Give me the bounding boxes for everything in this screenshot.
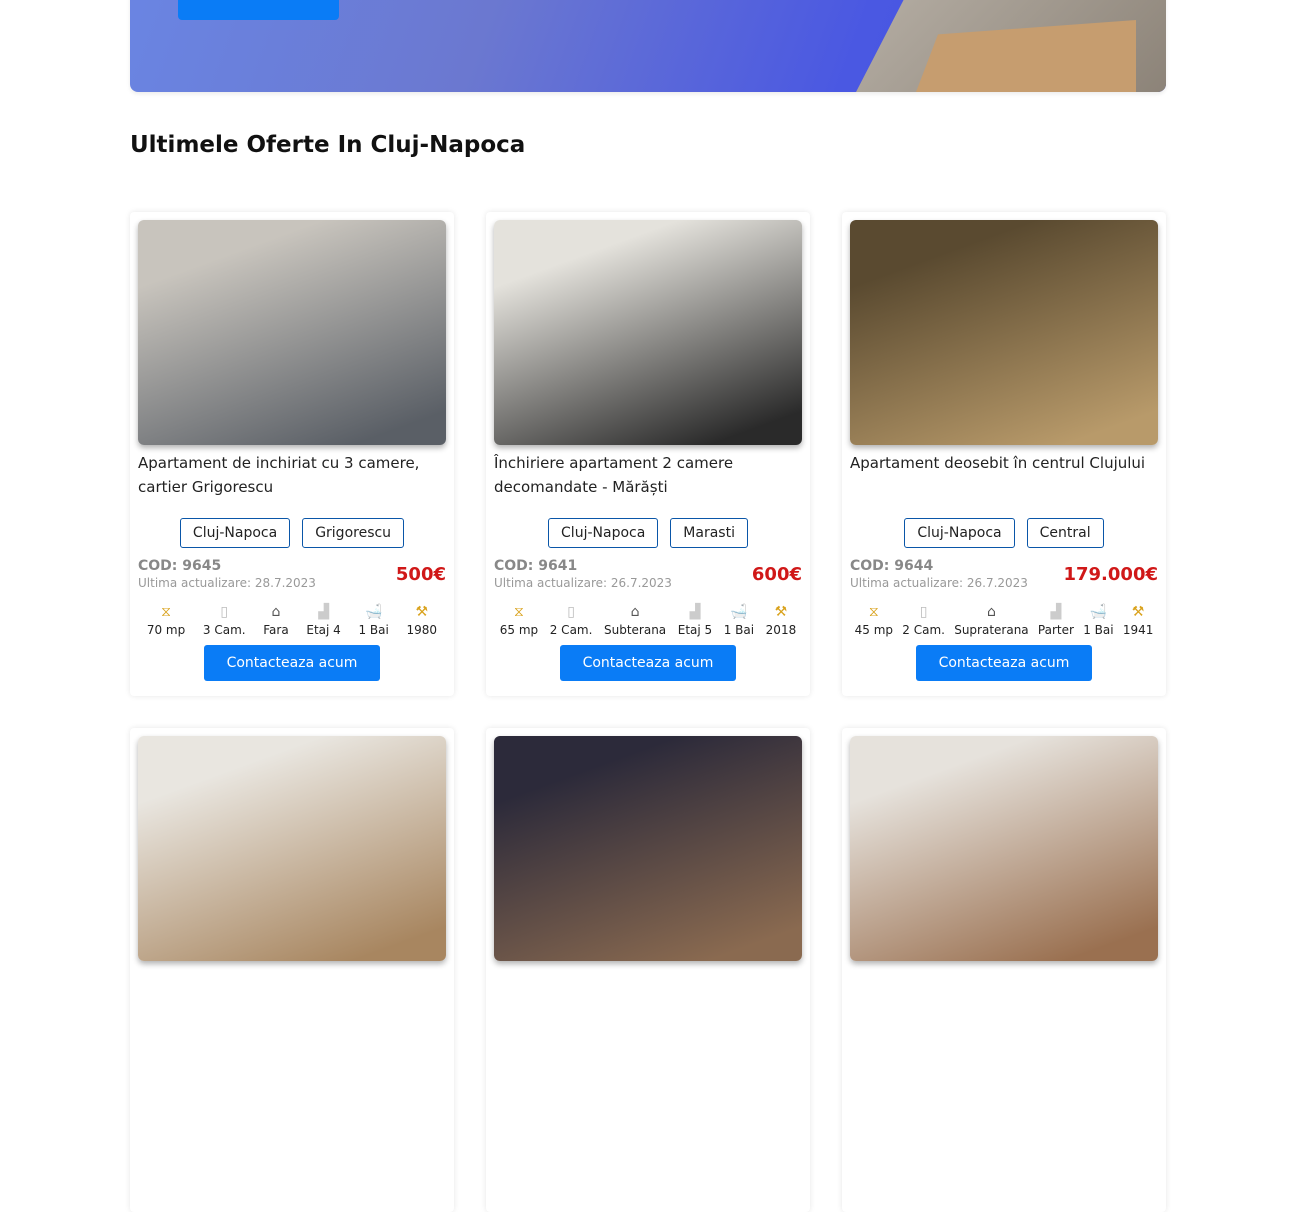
listing-title[interactable]: Apartament deosebit în centrul Clujului	[850, 451, 1158, 499]
section-title: Ultimele Oferte In Cluj-Napoca	[130, 132, 526, 158]
floor-icon: ▟	[1050, 604, 1062, 620]
listing-photo[interactable]	[138, 736, 446, 961]
feature-item: ▯ 2 Cam.	[902, 604, 945, 637]
feature-value: 65 mp	[499, 623, 539, 637]
floor-icon: ▟	[689, 604, 701, 620]
listing-photo[interactable]	[138, 220, 446, 445]
location-tag[interactable]: Marasti	[670, 518, 748, 548]
feature-item: ⧖ 65 mp	[500, 604, 538, 637]
location-tag[interactable]: Central	[1026, 518, 1104, 548]
garage-icon: ⌂	[630, 604, 640, 620]
feature-value: 1 Bai	[1083, 623, 1114, 637]
year-icon: ⚒	[1131, 604, 1145, 620]
feature-value: Parter	[1037, 623, 1074, 637]
location-tag[interactable]: Grigorescu	[302, 518, 405, 548]
listing-photo[interactable]	[494, 736, 802, 961]
feature-item: ▟ Parter	[1038, 604, 1074, 637]
listing-card[interactable]: Apartament de inchiriat cu 3 camere, car…	[130, 212, 454, 696]
feature-value: Etaj 5	[677, 623, 713, 637]
year-icon: ⚒	[774, 604, 788, 620]
garage-icon: ⌂	[986, 604, 996, 620]
last-updated: Ultima actualizare: 26.7.2023	[494, 576, 672, 590]
year-icon: ⚒	[415, 604, 429, 620]
bath-icon: 🛁	[364, 604, 383, 620]
location-tag[interactable]: Cluj-Napoca	[179, 518, 291, 548]
feature-value: 1 Bai	[358, 623, 389, 637]
feature-item: ⚒ 2018	[766, 604, 797, 637]
feature-value: 2018	[765, 623, 797, 637]
feature-item: ⌂ Supraterana	[954, 604, 1028, 637]
listing-price: 600€	[751, 564, 802, 585]
feature-item: 🛁 1 Bai	[1083, 604, 1113, 637]
feature-item: ⚒ 1941	[1123, 604, 1154, 637]
listing-photo[interactable]	[850, 220, 1158, 445]
feature-item: 🛁 1 Bai	[358, 604, 388, 637]
feature-value: Etaj 4	[306, 623, 341, 637]
listing-card[interactable]	[486, 728, 810, 1212]
contact-button[interactable]: Contacteaza acum	[204, 645, 380, 681]
feature-value: 45 mp	[854, 623, 894, 637]
feature-value: 2 Cam.	[549, 623, 593, 637]
feature-item: ▟ Etaj 5	[678, 604, 712, 637]
feature-value: 2 Cam.	[902, 623, 945, 637]
location-tag[interactable]: Cluj-Napoca	[904, 518, 1015, 548]
listing-photo[interactable]	[850, 736, 1158, 961]
bath-icon: 🛁	[1089, 604, 1108, 620]
listing-photo[interactable]	[494, 220, 802, 445]
feature-item: ▟ Etaj 4	[306, 604, 340, 637]
area-icon: ⧖	[514, 604, 524, 620]
area-icon: ⧖	[868, 604, 879, 620]
listing-code: COD: 9644	[850, 558, 934, 574]
garage-icon: ⌂	[271, 604, 281, 620]
bath-icon: 🛁	[730, 604, 748, 620]
feature-value: Subterana	[603, 623, 667, 637]
listing-card[interactable]	[842, 728, 1166, 1212]
listing-card[interactable]	[130, 728, 454, 1212]
feature-value: 1980	[406, 623, 438, 637]
last-updated: Ultima actualizare: 28.7.2023	[138, 576, 316, 590]
rooms-icon: ▯	[919, 604, 928, 620]
feature-item: ⧖ 70 mp	[147, 604, 185, 637]
floor-icon: ▟	[318, 604, 329, 620]
location-tag[interactable]: Cluj-Napoca	[548, 518, 659, 548]
listing-price: 500€	[395, 564, 446, 585]
listing-code: COD: 9641	[494, 558, 578, 574]
feature-value: 1941	[1122, 623, 1154, 637]
feature-item: ⧖ 45 mp	[855, 604, 893, 637]
rooms-icon: ▯	[567, 604, 575, 620]
contact-button[interactable]: Contacteaza acum	[916, 645, 1092, 681]
listing-code: COD: 9645	[138, 558, 222, 574]
listing-card[interactable]: Apartament deosebit în centrul Clujului …	[842, 212, 1166, 696]
last-updated: Ultima actualizare: 26.7.2023	[850, 576, 1028, 590]
feature-value: Fara	[263, 623, 289, 637]
contact-button[interactable]: Contacteaza acum	[560, 645, 736, 681]
hero-banner: Afla mai multe!	[130, 0, 1166, 92]
feature-value: 1 Bai	[723, 623, 755, 637]
feature-item: ▯ 2 Cam.	[550, 604, 593, 637]
feature-item: ⌂ Fara	[263, 604, 288, 637]
listing-title[interactable]: Închiriere apartament 2 camere decomanda…	[494, 451, 802, 499]
feature-value: 70 mp	[146, 623, 186, 637]
feature-item: 🛁 1 Bai	[724, 604, 754, 637]
feature-item: ⚒ 1980	[407, 604, 438, 637]
area-icon: ⧖	[161, 604, 171, 620]
listing-card[interactable]: Închiriere apartament 2 camere decomanda…	[486, 212, 810, 696]
listing-title[interactable]: Apartament de inchiriat cu 3 camere, car…	[138, 451, 446, 499]
feature-value: Supraterana	[954, 623, 1029, 637]
rooms-icon: ▯	[220, 604, 229, 620]
listing-price: 179.000€	[1063, 564, 1158, 585]
feature-value: 3 Cam.	[202, 623, 246, 637]
feature-item: ▯ 3 Cam.	[203, 604, 246, 637]
learn-more-button[interactable]: Afla mai multe!	[178, 0, 339, 20]
feature-item: ⌂ Subterana	[604, 604, 666, 637]
